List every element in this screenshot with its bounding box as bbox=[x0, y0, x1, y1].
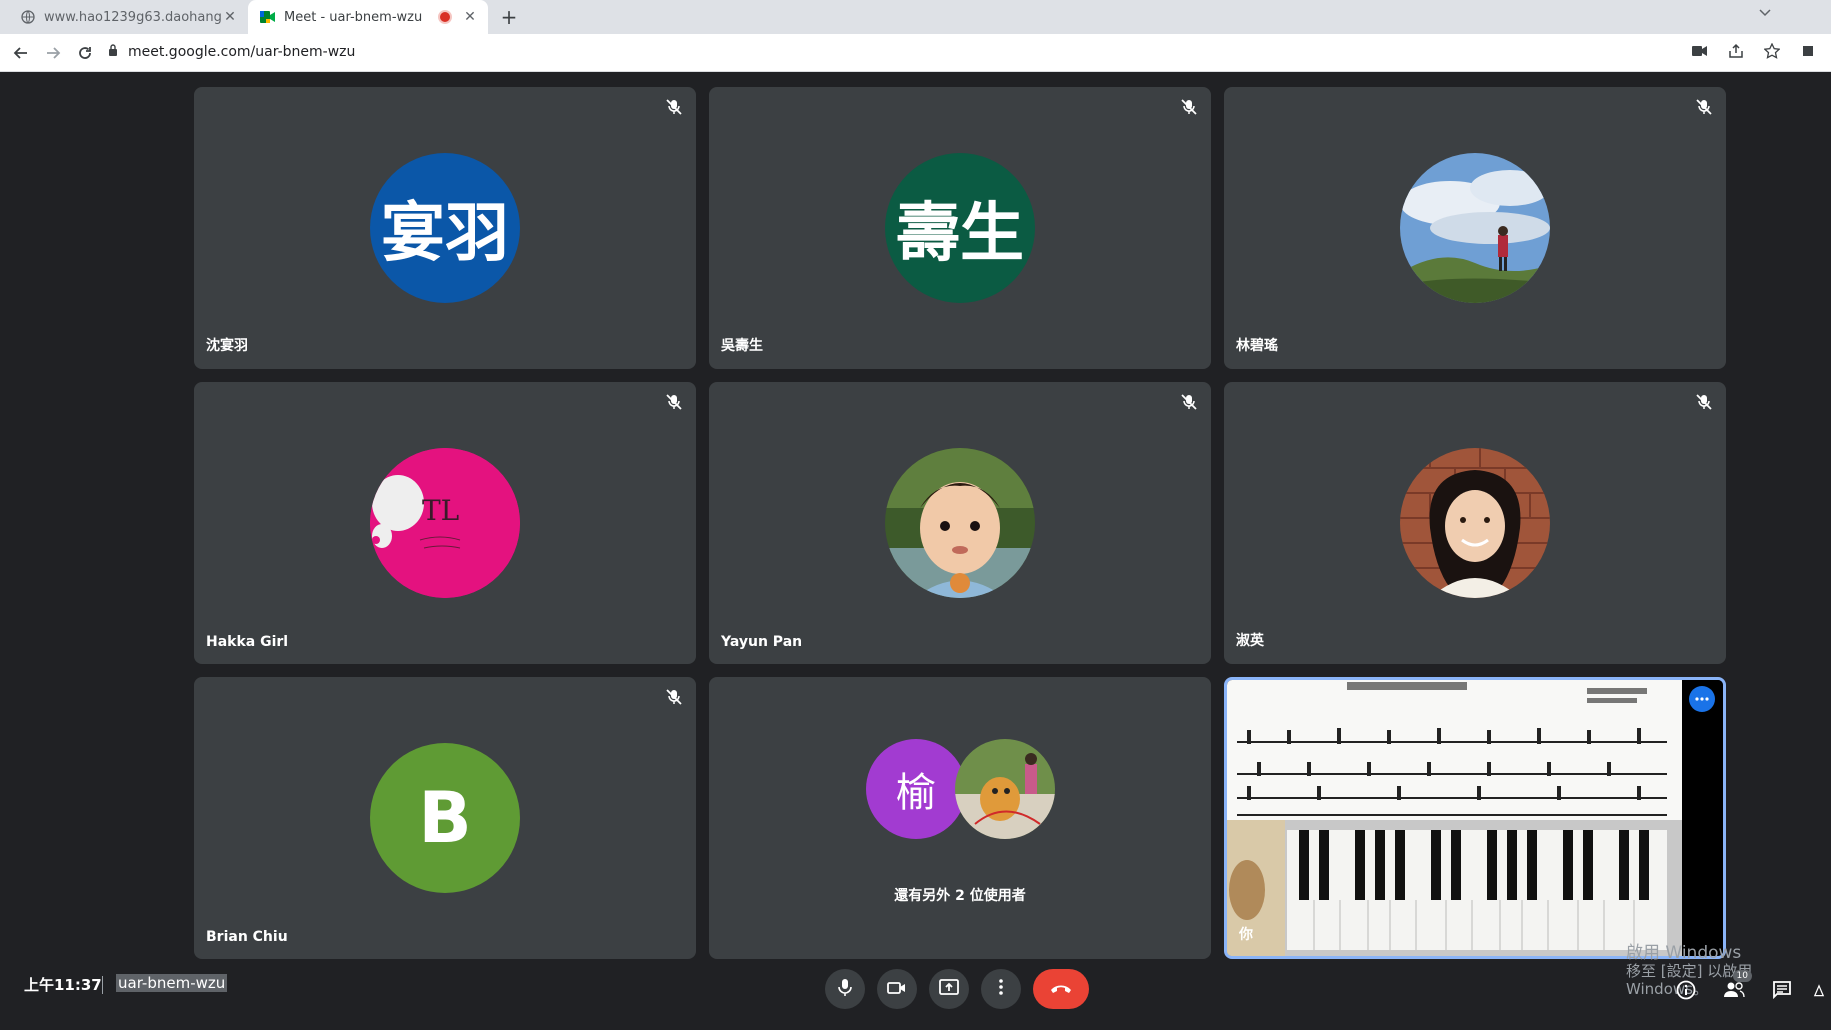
participant-tile[interactable]: 壽生 吳壽生 bbox=[709, 87, 1211, 369]
participant-tile[interactable]: 宴羽 沈宴羽 bbox=[194, 87, 696, 369]
back-arrow-icon[interactable] bbox=[8, 40, 34, 66]
participant-name: 沈宴羽 bbox=[206, 338, 248, 354]
more-vert-icon bbox=[999, 979, 1003, 999]
address-bar[interactable]: meet.google.com/uar-bnem-wzu bbox=[108, 38, 1708, 66]
sheet-music-video bbox=[1227, 680, 1682, 956]
participant-name: Brian Chiu bbox=[206, 929, 288, 945]
tab-search-chevron-icon[interactable] bbox=[1759, 6, 1771, 20]
avatar: 榆 bbox=[866, 739, 966, 839]
microphone-button[interactable] bbox=[825, 969, 865, 1009]
mic-off-icon bbox=[1694, 392, 1714, 412]
mic-off-icon bbox=[664, 392, 684, 412]
meet-logo-icon bbox=[260, 9, 276, 25]
tab-title: Meet - uar-bnem-wzu bbox=[284, 9, 423, 25]
avatar: 宴羽 bbox=[370, 153, 520, 303]
camera-permission-icon[interactable] bbox=[1689, 40, 1711, 62]
others-tile[interactable]: 榆 還有另外 2 位使用者 bbox=[709, 677, 1211, 959]
avatar: 壽生 bbox=[885, 153, 1035, 303]
close-tab-icon[interactable]: ✕ bbox=[462, 9, 478, 25]
share-icon[interactable] bbox=[1725, 40, 1747, 62]
extensions-icon[interactable] bbox=[1797, 40, 1819, 62]
meeting-code: uar-bnem-wzu bbox=[116, 974, 228, 992]
participant-name: 吳壽生 bbox=[721, 338, 763, 354]
meeting-details-icon[interactable] bbox=[1674, 978, 1698, 1002]
divider bbox=[102, 976, 103, 994]
participant-name: 林碧瑤 bbox=[1236, 338, 1278, 354]
avatar-photo bbox=[1400, 153, 1550, 303]
more-options-icon[interactable] bbox=[1689, 686, 1715, 712]
url-text: meet.google.com/uar-bnem-wzu bbox=[128, 44, 356, 60]
camera-button[interactable] bbox=[877, 969, 917, 1009]
browser-tab-bar: www.hao1239g63.daohang.go ✕ Meet - uar-b… bbox=[0, 0, 1831, 34]
people-icon[interactable]: 10 bbox=[1722, 970, 1752, 1002]
activities-icon[interactable] bbox=[1812, 978, 1826, 1002]
microphone-icon bbox=[837, 978, 853, 1000]
participant-tile[interactable]: Yayun Pan bbox=[709, 382, 1211, 664]
toolbar-actions bbox=[1689, 40, 1819, 62]
meeting-control-bar: 上午11:37 uar-bnem-wzu 10 bbox=[0, 958, 1831, 1030]
avatar-photo bbox=[955, 739, 1055, 839]
close-tab-icon[interactable]: ✕ bbox=[222, 9, 238, 25]
mic-off-icon bbox=[664, 97, 684, 117]
self-label: 你 bbox=[1239, 927, 1253, 943]
recording-indicator-icon bbox=[438, 10, 452, 24]
mic-off-icon bbox=[1694, 97, 1714, 117]
present-screen-button[interactable] bbox=[929, 969, 969, 1009]
people-count-badge: 10 bbox=[1732, 970, 1752, 982]
participant-tile[interactable]: 林碧瑤 bbox=[1224, 87, 1726, 369]
more-options-button[interactable] bbox=[981, 969, 1021, 1009]
reload-icon[interactable] bbox=[72, 40, 98, 66]
others-label: 還有另外 2 位使用者 bbox=[894, 888, 1026, 904]
browser-tab-1[interactable]: www.hao1239g63.daohang.go ✕ bbox=[8, 0, 248, 34]
avatar-logo-letters: TL bbox=[422, 494, 459, 527]
avatar: B bbox=[370, 743, 520, 893]
participant-name: Yayun Pan bbox=[721, 634, 803, 650]
participant-tile[interactable]: B Brian Chiu bbox=[194, 677, 696, 959]
globe-icon bbox=[20, 9, 36, 25]
avatar-logo: TL bbox=[370, 448, 520, 598]
camera-icon bbox=[887, 980, 907, 999]
mic-off-icon bbox=[664, 687, 684, 707]
participant-tile[interactable]: TL Hakka Girl bbox=[194, 382, 696, 664]
browser-toolbar: meet.google.com/uar-bnem-wzu bbox=[0, 34, 1831, 72]
video-letterbox bbox=[1682, 680, 1723, 956]
avatar-photo bbox=[885, 448, 1035, 598]
lock-icon bbox=[108, 43, 118, 61]
tab-title: www.hao1239g63.daohang.go bbox=[44, 9, 222, 25]
chat-icon[interactable] bbox=[1770, 978, 1794, 1002]
participant-name: 淑英 bbox=[1236, 633, 1264, 649]
new-tab-button[interactable]: + bbox=[497, 5, 521, 29]
participant-tile[interactable]: 淑英 bbox=[1224, 382, 1726, 664]
participant-name: Hakka Girl bbox=[206, 634, 289, 650]
forward-arrow-icon[interactable] bbox=[40, 40, 66, 66]
mic-off-icon bbox=[1179, 392, 1199, 412]
self-video-tile[interactable]: 你 bbox=[1224, 677, 1726, 959]
bookmark-star-icon[interactable] bbox=[1761, 40, 1783, 62]
mic-off-icon bbox=[1179, 97, 1199, 117]
present-screen-icon bbox=[939, 979, 959, 999]
meeting-time: 上午11:37 bbox=[24, 976, 102, 994]
avatar-photo bbox=[1400, 448, 1550, 598]
browser-tab-2[interactable]: Meet - uar-bnem-wzu ✕ bbox=[248, 0, 488, 34]
hang-up-icon bbox=[1049, 980, 1073, 999]
leave-call-button[interactable] bbox=[1033, 969, 1089, 1009]
